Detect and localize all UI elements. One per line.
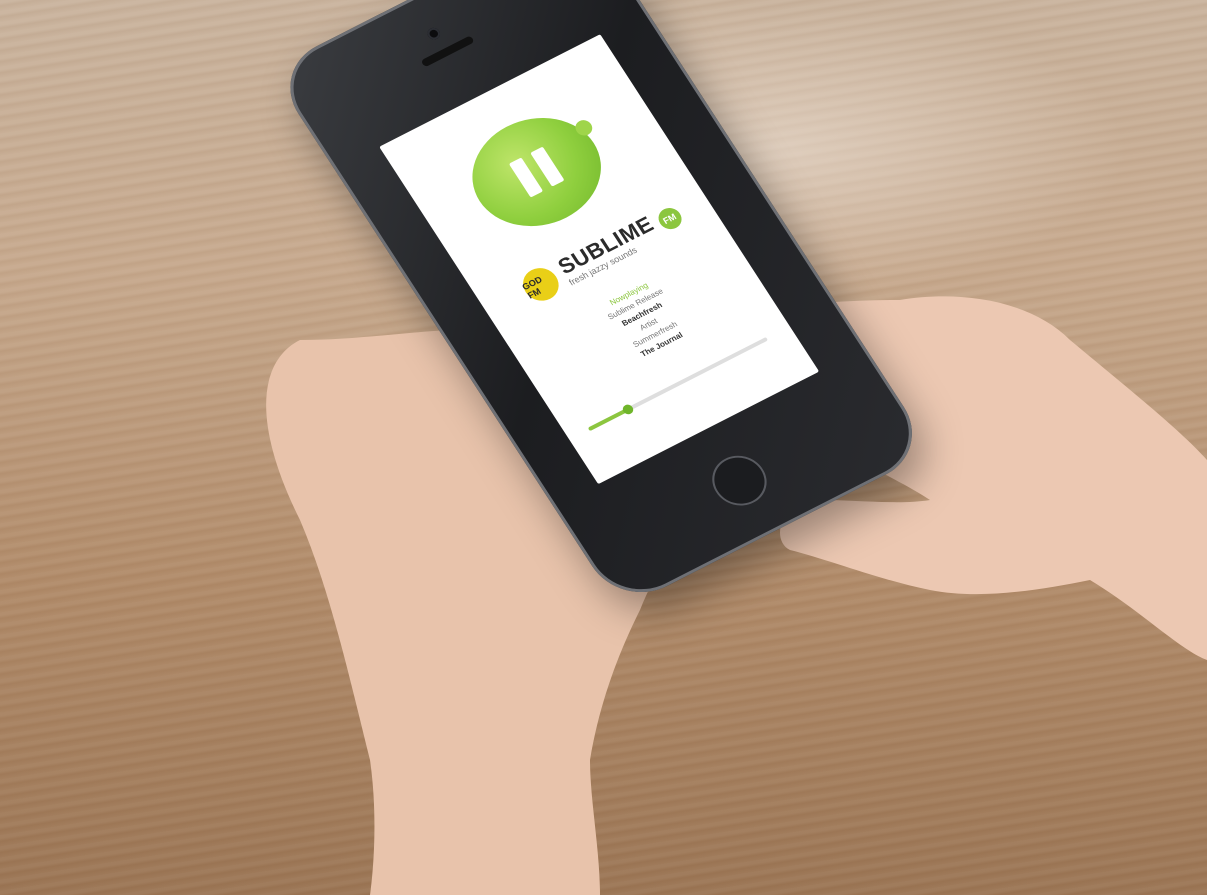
play-pause-button[interactable] (450, 97, 624, 247)
station-badge[interactable]: GOD FM (516, 262, 566, 307)
lime-tip (572, 117, 596, 139)
brand-text: SUBLIME fresh jazzy sounds (553, 211, 663, 287)
camera-icon (425, 25, 443, 42)
speaker-grille (420, 35, 475, 68)
phone: GOD FM SUBLIME fresh jazzy sounds FM Now… (230, 0, 933, 660)
home-button[interactable] (702, 446, 777, 515)
fm-badge: FM (653, 204, 686, 234)
